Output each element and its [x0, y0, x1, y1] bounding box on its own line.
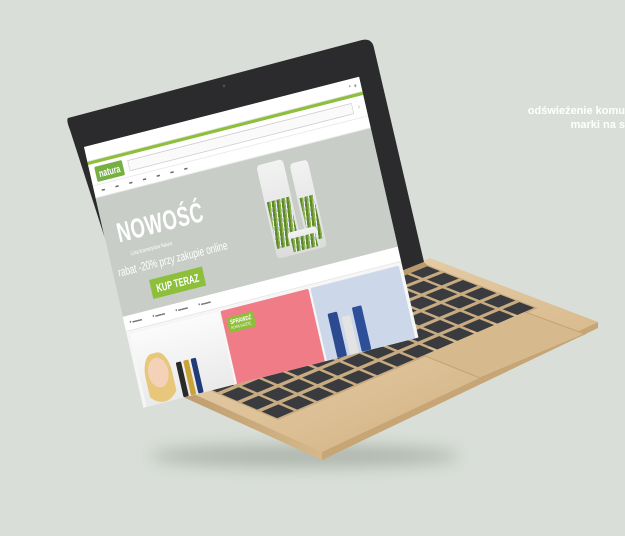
natura-logo[interactable]: natura [94, 159, 125, 182]
feature-item: ● ▬▬▬ [197, 299, 212, 308]
menu-item[interactable]: ▬ [184, 166, 188, 172]
menu-item[interactable]: ▬ [156, 173, 160, 179]
menu-item[interactable]: ▬ [115, 183, 119, 189]
hero-title: NOWOŚĆ [113, 196, 207, 249]
feature-item: ● ▬▬▬ [174, 305, 189, 314]
model-image [140, 349, 180, 408]
feature-item: ● ▬▬▬ [151, 311, 166, 320]
search-icon[interactable]: ⌕ [357, 103, 361, 112]
buy-now-button[interactable]: KUP TERAZ [149, 266, 207, 299]
menu-item[interactable]: ▬ [129, 180, 133, 186]
menu-item[interactable]: ▬ [142, 176, 146, 182]
cart-icon[interactable]: ◆ [353, 82, 358, 88]
user-icon[interactable]: ● [348, 84, 351, 89]
menu-item[interactable]: ▬ [170, 169, 174, 175]
gazette-badge: SPRAWDŹ NOWĄ GAZETĘ [226, 311, 257, 333]
feature-item: ● ▬▬▬ [129, 317, 143, 325]
menu-item[interactable]: ▬ [101, 187, 105, 193]
